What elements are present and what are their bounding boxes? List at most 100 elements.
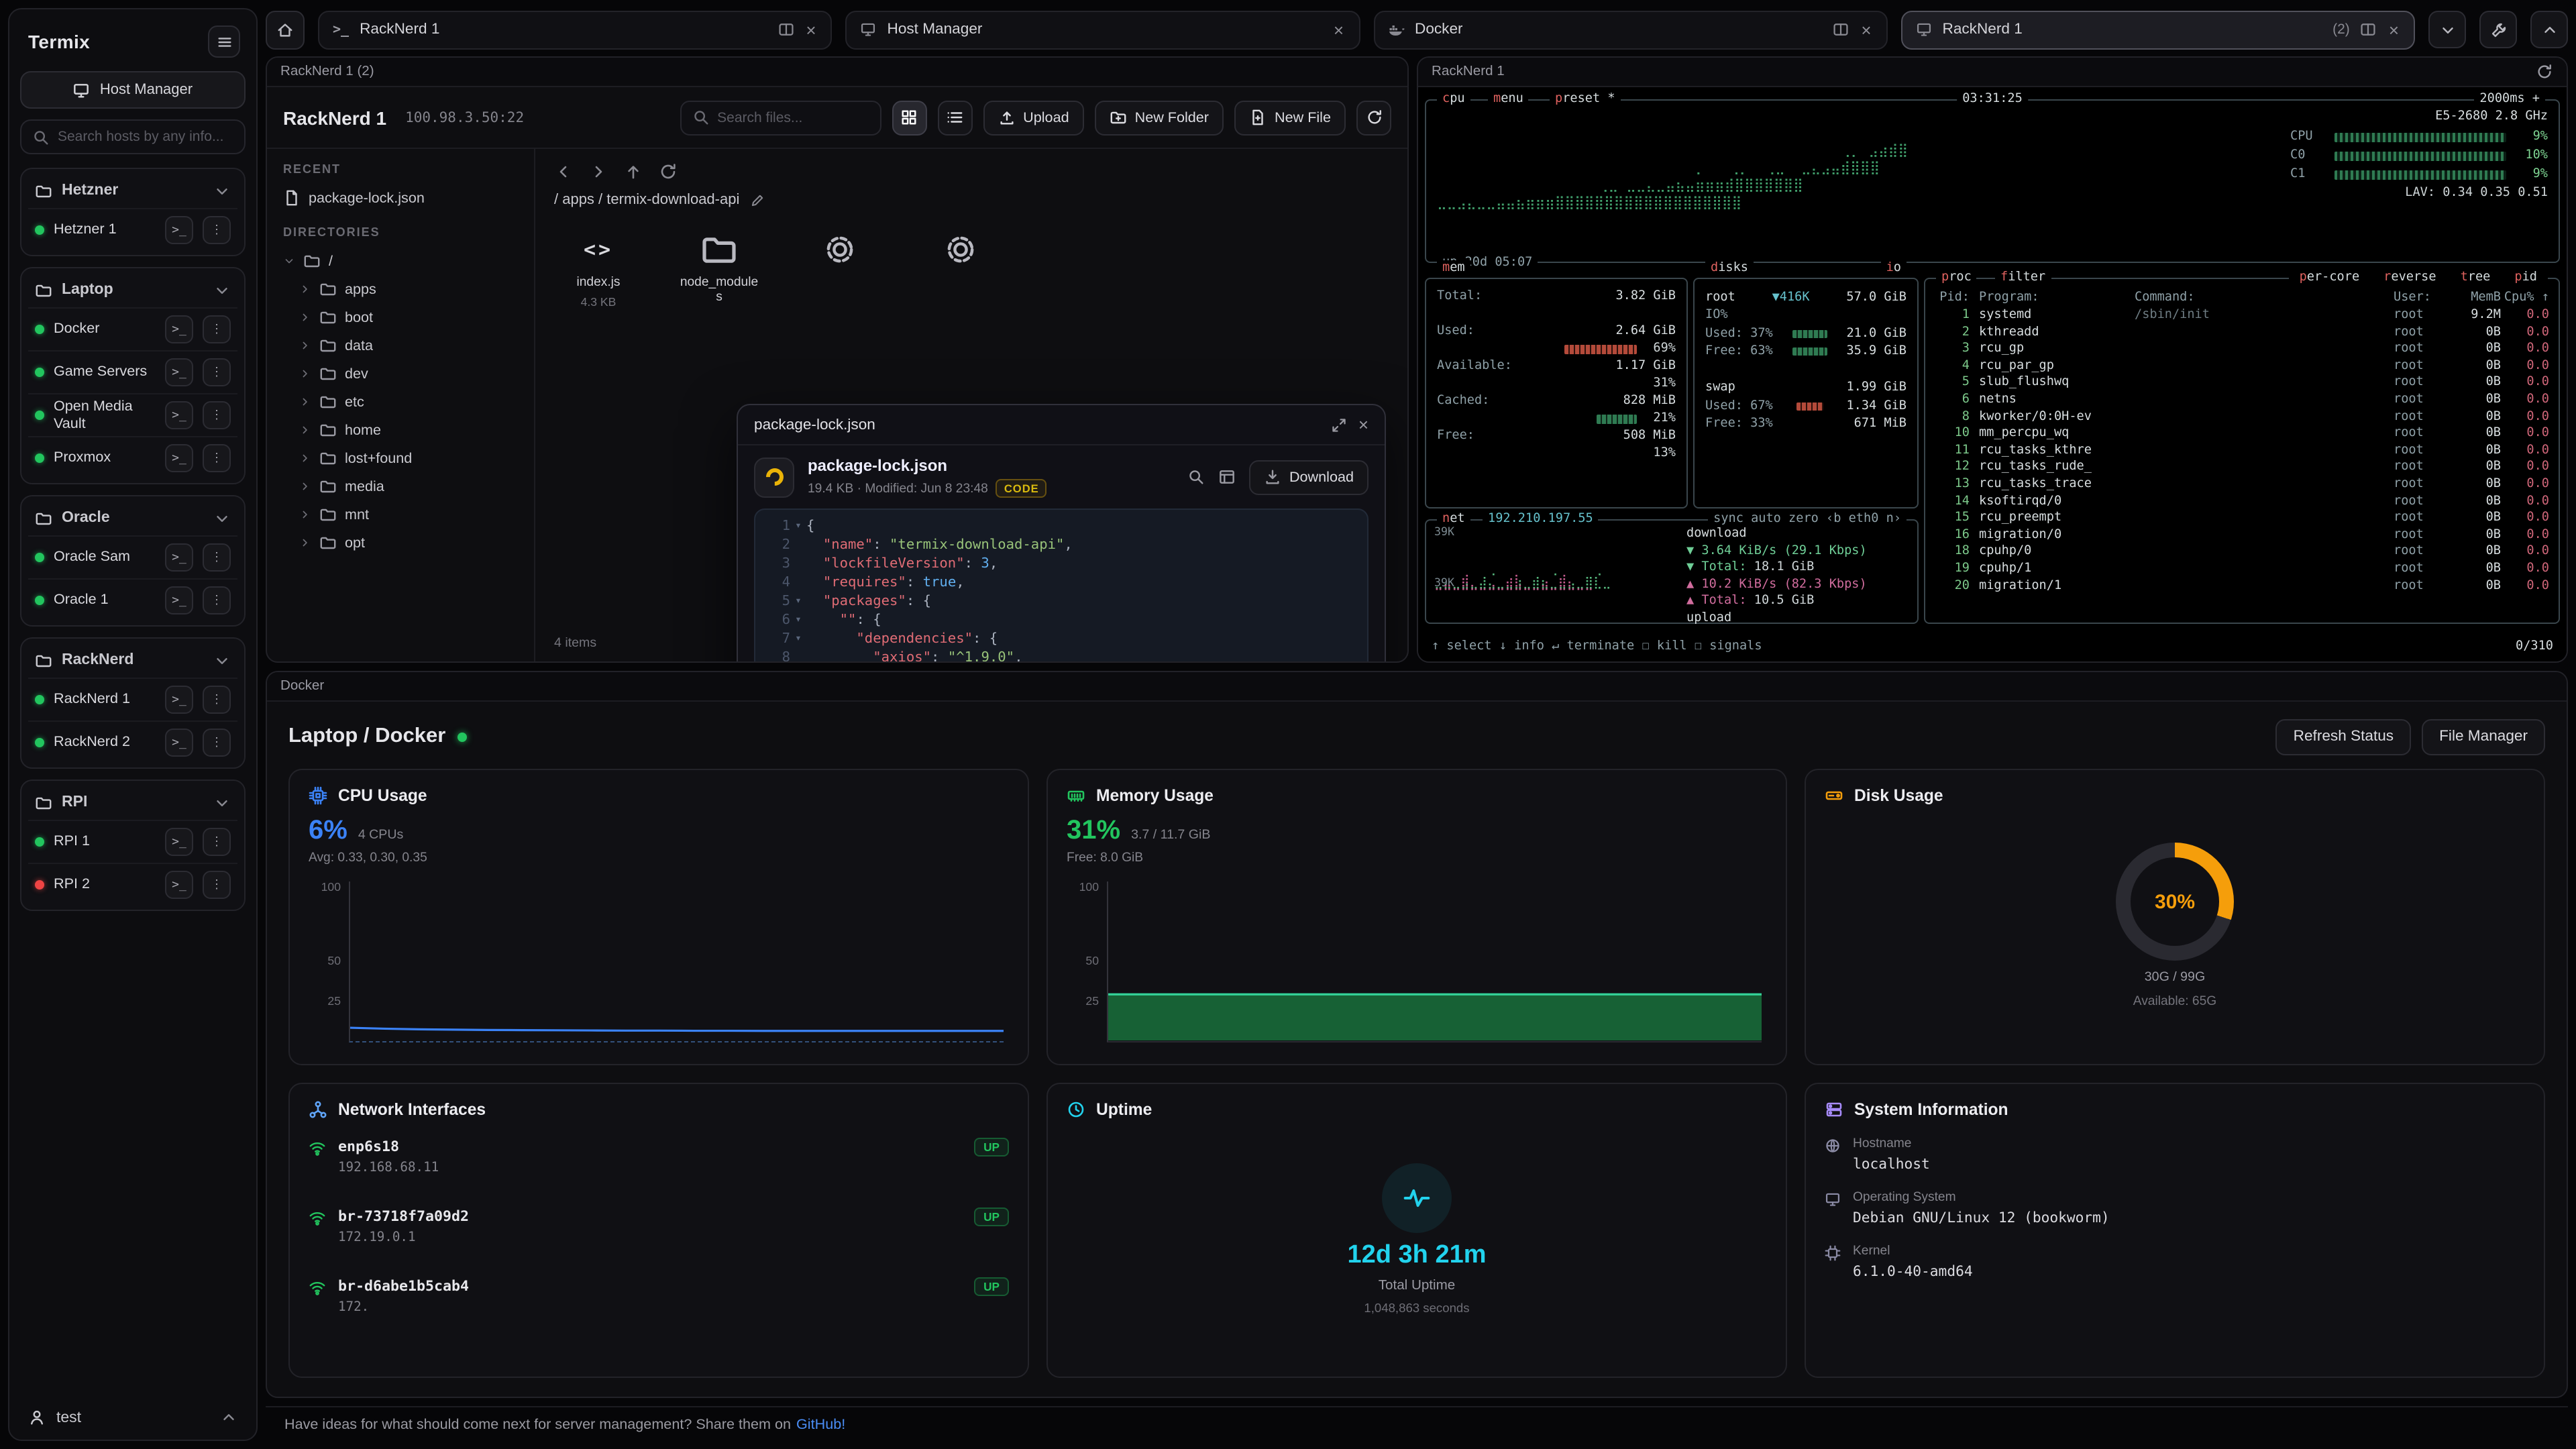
process-row[interactable]: 10 mm_percpu_wq root 0B 0.0 [1935,425,2549,442]
tab-racknerd1-terminal[interactable]: >_ RackNerd 1 × [318,10,833,49]
process-row[interactable]: 1 systemd /sbin/init root 9.2M 0.0 [1935,307,2549,324]
tools-button[interactable] [2479,11,2517,48]
open-terminal-button[interactable]: >_ [165,401,193,429]
open-terminal-button[interactable]: >_ [165,871,193,899]
host-menu-button[interactable]: ⋮ [203,358,231,386]
user-menu[interactable]: test [20,1398,246,1429]
list-view-button[interactable] [937,100,972,135]
process-row[interactable]: 12 rcu_tasks_rude_ root 0B 0.0 [1935,460,2549,476]
host-menu-button[interactable]: ⋮ [203,828,231,856]
upload-button[interactable]: Upload [983,100,1083,135]
file-item[interactable]: <> [796,229,884,310]
terminal-screen[interactable]: cpu menu preset * 03:31:25 2000ms + ⢀⡀ ⣠… [1418,87,2567,661]
open-terminal-button[interactable]: >_ [165,828,193,856]
collapse-button[interactable] [2530,11,2568,48]
host-menu-button[interactable]: ⋮ [203,543,231,572]
tree-directory[interactable]: home [299,416,518,444]
host-item[interactable]: Hetzner 1 >_ ⋮ [28,208,237,251]
host-item[interactable]: RPI 2 >_ ⋮ [28,863,237,906]
host-menu-button[interactable]: ⋮ [203,586,231,614]
host-item[interactable]: RackNerd 1 >_ ⋮ [28,678,237,720]
group-header[interactable]: Oracle [28,500,237,535]
process-row[interactable]: 3 rcu_gp root 0B 0.0 [1935,341,2549,358]
up-directory-icon[interactable] [624,162,643,181]
home-button[interactable] [266,10,305,49]
tree-directory[interactable]: apps [299,275,518,303]
split-view-icon[interactable] [1833,21,1849,38]
open-terminal-button[interactable]: >_ [165,686,193,714]
tab-host-manager[interactable]: Host Manager × [846,10,1360,49]
close-tab-icon[interactable]: × [2387,21,2400,38]
process-row[interactable]: 19 cpuhp/1 root 0B 0.0 [1935,561,2549,578]
tree-root[interactable]: / [283,247,518,275]
github-link[interactable]: GitHub! [796,1416,845,1432]
tree-directory[interactable]: media [299,472,518,500]
open-terminal-button[interactable]: >_ [165,216,193,244]
host-item[interactable]: Oracle Sam >_ ⋮ [28,535,237,578]
sync-icon[interactable] [2536,63,2553,80]
host-manager-button[interactable]: Host Manager [20,71,246,109]
filter-label[interactable]: filter [1995,270,2051,286]
io-toggle[interactable]: io [1881,260,1907,277]
host-item[interactable]: Oracle 1 >_ ⋮ [28,578,237,621]
host-item[interactable]: RackNerd 2 >_ ⋮ [28,720,237,763]
process-row[interactable]: 13 rcu_tasks_trace root 0B 0.0 [1935,476,2549,493]
open-terminal-button[interactable]: >_ [165,315,193,343]
group-header[interactable]: Hetzner [28,173,237,208]
host-menu-button[interactable]: ⋮ [203,871,231,899]
download-button[interactable]: Download [1249,460,1368,494]
close-tab-icon[interactable]: × [1332,21,1345,38]
edit-path-icon[interactable] [750,193,765,207]
refresh-interval[interactable]: 2000ms + [2474,91,2545,108]
recent-file-item[interactable]: package-lock.json [283,184,518,212]
tree-directory[interactable]: mnt [299,500,518,529]
host-menu-button[interactable]: ⋮ [203,729,231,757]
tree-directory[interactable]: opt [299,529,518,557]
file-manager-open-button[interactable]: File Manager [2422,718,2545,755]
file-search-input[interactable] [717,109,869,125]
host-menu-button[interactable]: ⋮ [203,216,231,244]
process-row[interactable]: 4 rcu_par_gp root 0B 0.0 [1935,358,2549,375]
process-row[interactable]: 5 slub_flushwq root 0B 0.0 [1935,375,2549,392]
group-header[interactable]: RackNerd [28,643,237,678]
process-row[interactable]: 15 rcu_preempt root 0B 0.0 [1935,510,2549,527]
tab-list-button[interactable] [2428,11,2466,48]
process-row[interactable]: 20 migration/1 root 0B 0.0 [1935,578,2549,594]
process-row[interactable]: 11 rcu_tasks_kthre root 0B 0.0 [1935,443,2549,460]
host-item[interactable]: Proxmox >_ ⋮ [28,436,237,479]
tree-directory[interactable]: lost+found [299,444,518,472]
host-item[interactable]: Game Servers >_ ⋮ [28,350,237,393]
file-item[interactable]: <> index.js 4.3 KB [554,229,643,310]
host-item[interactable]: RPI 1 >_ ⋮ [28,820,237,863]
close-icon[interactable]: × [1358,415,1368,435]
tab-docker[interactable]: Docker × [1373,10,1888,49]
refresh-status-button[interactable]: Refresh Status [2276,718,2411,755]
host-menu-button[interactable]: ⋮ [203,686,231,714]
sidebar-menu-button[interactable] [208,25,240,58]
host-menu-button[interactable]: ⋮ [203,444,231,472]
host-menu-button[interactable]: ⋮ [203,401,231,429]
host-item[interactable]: Open Media Vault >_ ⋮ [28,393,237,436]
open-in-editor-icon[interactable] [1218,468,1236,486]
host-menu-button[interactable]: ⋮ [203,315,231,343]
new-folder-button[interactable]: New Folder [1095,100,1224,135]
menu-label[interactable]: menu [1488,91,1529,108]
open-terminal-button[interactable]: >_ [165,543,193,572]
preset-label[interactable]: preset * [1550,91,1621,108]
process-row[interactable]: 14 ksoftirqd/0 root 0B 0.0 [1935,493,2549,510]
open-terminal-button[interactable]: >_ [165,358,193,386]
tree-directory[interactable]: boot [299,303,518,331]
grid-view-button[interactable] [892,100,926,135]
refresh-icon[interactable] [659,162,678,181]
tree-directory[interactable]: dev [299,360,518,388]
expand-icon[interactable] [1332,417,1348,433]
host-search-input[interactable] [58,129,233,145]
host-item[interactable]: Docker >_ ⋮ [28,307,237,350]
process-row[interactable]: 8 kworker/0:0H-ev root 0B 0.0 [1935,409,2549,425]
search-in-file-icon[interactable] [1187,468,1205,486]
new-file-button[interactable]: New File [1234,100,1346,135]
file-item[interactable]: <> node_modules [675,229,763,310]
process-row[interactable]: 18 cpuhp/0 root 0B 0.0 [1935,544,2549,561]
tree-directory[interactable]: data [299,331,518,360]
group-header[interactable]: RPI [28,785,237,820]
